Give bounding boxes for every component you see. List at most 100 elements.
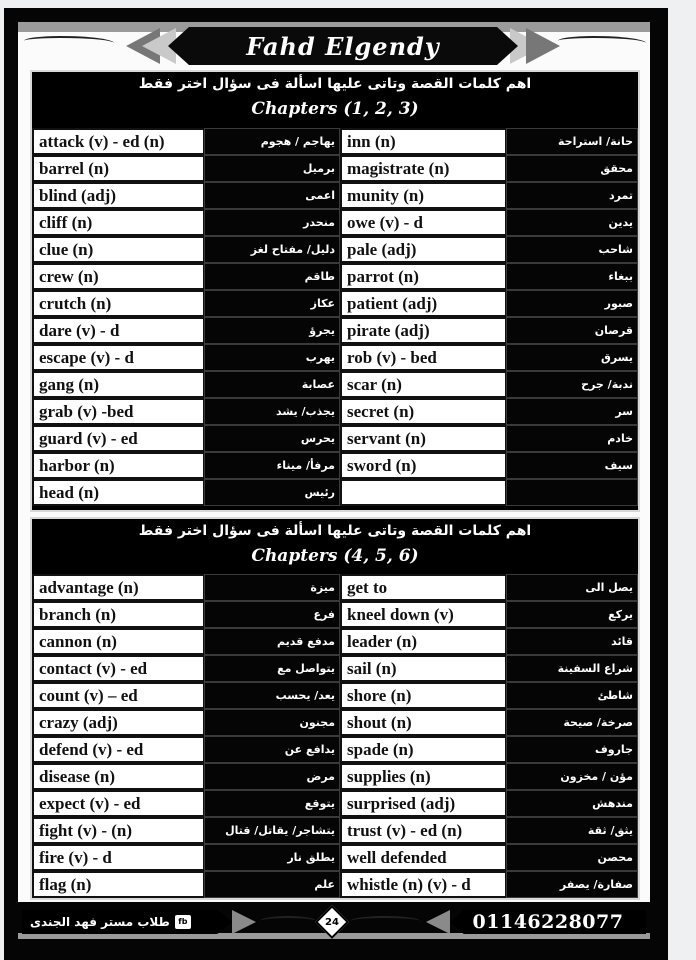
- arabic-meaning: مرض: [204, 763, 340, 790]
- english-word: contact (v) - ed: [32, 655, 204, 682]
- vocab-row: branch (n) فرع kneel down (v) يركع: [32, 601, 638, 628]
- arabic-meaning: خادم: [506, 425, 638, 452]
- english-word: defend (v) - ed: [32, 736, 204, 763]
- arabic-meaning: يصل الى: [506, 574, 638, 601]
- english-word: escape (v) - d: [32, 344, 204, 371]
- arabic-meaning: فرع: [204, 601, 340, 628]
- vocab-row: disease (n) مرض supplies (n) مؤن / مخزون: [32, 763, 638, 790]
- english-word: secret (n): [340, 398, 506, 425]
- vocab-row: escape (v) - d يهرب rob (v) - bed يسرق: [32, 344, 638, 371]
- arabic-meaning: يثق/ ثقة: [506, 817, 638, 844]
- arabic-meaning: دليل/ مفتاح لغز: [204, 236, 340, 263]
- arabic-meaning: يجرؤ: [204, 317, 340, 344]
- english-word: sword (n): [340, 452, 506, 479]
- english-word: rob (v) - bed: [340, 344, 506, 371]
- english-word: [340, 479, 506, 506]
- footer-group-text: طلاب مستر فهد الجندى: [30, 915, 170, 929]
- english-word: sail (n): [340, 655, 506, 682]
- vocab-row: flag (n) علم whistle (n) (v) - d صفارة/ يصف…: [32, 871, 638, 898]
- vocab-row: defend (v) - ed يدافع عن spade (n) جاروف: [32, 736, 638, 763]
- vocab-row: contact (v) - ed يتواصل مع sail (n) شراع ال…: [32, 655, 638, 682]
- english-word: barrel (n): [32, 155, 204, 182]
- header-banner: Fahd Elgendy: [18, 22, 650, 66]
- english-word: expect (v) - ed: [32, 790, 204, 817]
- chevron-right-icon: [526, 28, 560, 64]
- english-word: get to: [340, 574, 506, 601]
- vocab-section-chapters-4-6: اهم كلمات القصة وتاتى عليها اسألة فى سؤا…: [30, 517, 640, 900]
- arabic-meaning: مندهش: [506, 790, 638, 817]
- english-word: crutch (n): [32, 290, 204, 317]
- arabic-meaning: صفارة/ يصفر: [506, 871, 638, 898]
- arabic-meaning: يعد/ يحسب: [204, 682, 340, 709]
- vocab-row: gang (n) عصابة scar (n) ندبة/ جرح: [32, 371, 638, 398]
- arabic-meaning: محقق: [506, 155, 638, 182]
- arabic-meaning: قرصان: [506, 317, 638, 344]
- footer-group-label: طلاب مستر فهد الجندى fb: [22, 910, 232, 934]
- arabic-meaning: [506, 479, 638, 506]
- arabic-meaning: يطلق نار: [204, 844, 340, 871]
- arabic-meaning: عكاز: [204, 290, 340, 317]
- vocab-row: clue (n) دليل/ مفتاح لغز pale (adj) شاحب: [32, 236, 638, 263]
- vocab-row: head (n) رئيس: [32, 479, 638, 506]
- arabic-meaning: يدين: [506, 209, 638, 236]
- vocab-row: fire (v) - d يطلق نار well defended محصن: [32, 844, 638, 871]
- english-word: branch (n): [32, 601, 204, 628]
- arabic-meaning: يتوقع: [204, 790, 340, 817]
- vocab-row: cliff (n) منحدر owe (v) - d يدين: [32, 209, 638, 236]
- english-word: gang (n): [32, 371, 204, 398]
- arabic-meaning: ندبة/ جرح: [506, 371, 638, 398]
- english-word: guard (v) - ed: [32, 425, 204, 452]
- arabic-meaning: شراع السفينة: [506, 655, 638, 682]
- arabic-meaning: يتشاجر/ يقاتل/ قتال: [204, 817, 340, 844]
- english-word: grab (v) -bed: [32, 398, 204, 425]
- arabic-meaning: حانة/ استراحة: [506, 128, 638, 155]
- english-word: parrot (n): [340, 263, 506, 290]
- english-word: disease (n): [32, 763, 204, 790]
- arabic-meaning: يركع: [506, 601, 638, 628]
- chevron-left-icon: [426, 910, 450, 934]
- footer-banner: طلاب مستر فهد الجندى fb 24 01146228077: [18, 905, 650, 940]
- section-chapters-title: Chapters (4, 5, 6): [251, 546, 419, 566]
- english-word: servant (n): [340, 425, 506, 452]
- decorative-scribble-right: [350, 916, 420, 926]
- arabic-meaning: يهاجم / هجوم: [204, 128, 340, 155]
- page-number: 24: [325, 917, 339, 928]
- english-word: trust (v) - ed (n): [340, 817, 506, 844]
- chevron-right-icon: [232, 910, 256, 934]
- english-word: crazy (adj): [32, 709, 204, 736]
- vocab-row: crew (n) طاقم parrot (n) ببغاء: [32, 263, 638, 290]
- vocab-row: count (v) – ed يعد/ يحسب shore (n) شاطئ: [32, 682, 638, 709]
- arabic-meaning: يدافع عن: [204, 736, 340, 763]
- arabic-meaning: علم: [204, 871, 340, 898]
- vocab-row: blind (adj) اعمى munity (n) تمرد: [32, 182, 638, 209]
- vocab-row: guard (v) - ed يحرس servant (n) خادم: [32, 425, 638, 452]
- arabic-meaning: يتواصل مع: [204, 655, 340, 682]
- arabic-meaning: مرفأ/ ميناء: [204, 452, 340, 479]
- vocab-row: crazy (adj) مجنون shout (n) صرخة/ صيحة: [32, 709, 638, 736]
- vocab-table: advantage (n) ميزة get to يصل الى branch (n)…: [32, 574, 638, 898]
- section-heading: اهم كلمات القصة وتاتى عليها اسألة فى سؤا…: [138, 76, 532, 92]
- english-word: supplies (n): [340, 763, 506, 790]
- english-word: whistle (n) (v) - d: [340, 871, 506, 898]
- arabic-meaning: يجذب/ يشد: [204, 398, 340, 425]
- arabic-meaning: محصن: [506, 844, 638, 871]
- english-word: dare (v) - d: [32, 317, 204, 344]
- vocab-row: fight (v) - (n) يتشاجر/ يقاتل/ قتال trust …: [32, 817, 638, 844]
- arabic-meaning: قائد: [506, 628, 638, 655]
- decorative-scribble-right: [558, 36, 646, 48]
- english-word: advantage (n): [32, 574, 204, 601]
- english-word: harbor (n): [32, 452, 204, 479]
- english-word: well defended: [340, 844, 506, 871]
- vocab-row: harbor (n) مرفأ/ ميناء sword (n) سيف: [32, 452, 638, 479]
- english-word: munity (n): [340, 182, 506, 209]
- arabic-meaning: طاقم: [204, 263, 340, 290]
- arabic-meaning: ببغاء: [506, 263, 638, 290]
- english-word: shore (n): [340, 682, 506, 709]
- section-chapters-title: Chapters (1, 2, 3): [251, 99, 419, 119]
- english-word: leader (n): [340, 628, 506, 655]
- decorative-scribble-left: [260, 916, 316, 926]
- arabic-meaning: شاطئ: [506, 682, 638, 709]
- arabic-meaning: جاروف: [506, 736, 638, 763]
- phone-number: 01146228077: [450, 910, 646, 934]
- english-word: owe (v) - d: [340, 209, 506, 236]
